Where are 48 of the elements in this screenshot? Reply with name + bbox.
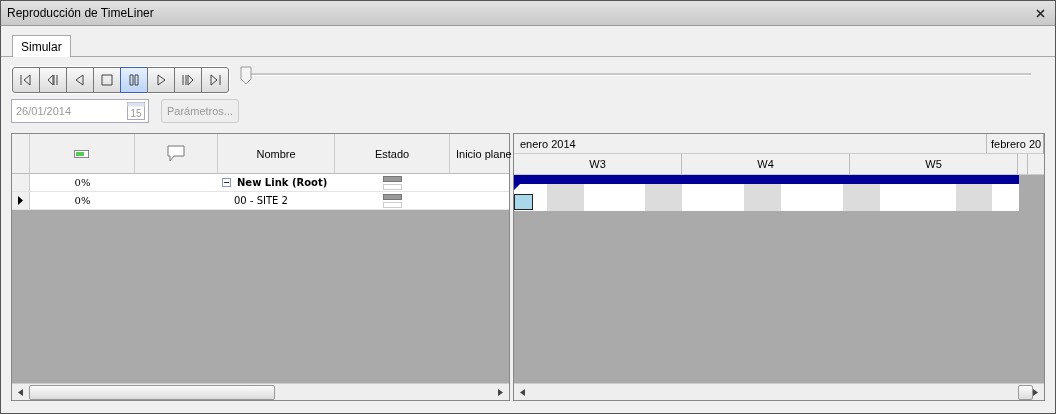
column-label: Estado [374,147,410,160]
column-label: Nombre [256,147,296,160]
horizontal-scrollbar[interactable] [12,383,509,400]
first-icon [18,72,34,88]
playback-button[interactable] [174,67,202,93]
horizontal-scrollbar[interactable] [514,383,1044,400]
current-row-icon [18,196,23,205]
month-header: enero 2014 [514,134,987,153]
scrollbar-thumb[interactable] [29,384,275,400]
playback-button[interactable] [201,67,229,93]
step-back-icon [45,72,61,88]
scroll-right-icon[interactable] [498,388,503,396]
column-label: Inicio plane [456,147,512,160]
column-header[interactable]: Nombre [218,134,335,173]
playback-button[interactable] [12,67,40,93]
week-header: W5 [850,154,1018,174]
column-header[interactable]: Estado [335,134,450,173]
progress-cell-text: 0% [73,176,92,190]
week-header: W3 [514,154,682,174]
last-icon [207,72,223,88]
summary-bar[interactable] [514,175,1019,190]
playback-button[interactable] [147,67,175,93]
progress-icon [74,149,90,158]
task-name: New Link (Root) [237,177,328,188]
task-name: 00 - SITE 2 [233,195,288,206]
collapse-icon[interactable] [222,178,231,187]
playback-button[interactable] [39,67,67,93]
month-header: febrero 20 [990,136,1043,152]
slider-thumb[interactable] [240,66,252,86]
task-bar[interactable] [514,194,533,210]
stop-icon [99,72,115,88]
week-header: W4 [682,154,850,174]
scrollbar-thumb[interactable] [1018,384,1033,400]
close-icon [1035,8,1045,18]
playback-button[interactable] [66,67,94,93]
scroll-left-icon[interactable] [18,388,23,396]
column-header[interactable]: Inicio plane [450,134,509,173]
step-forward-icon [180,72,196,88]
date-value: 26/01/2014 [16,104,72,117]
window-title: Reproducción de TimeLiner [7,6,154,20]
progress-cell-text: 0% [73,194,92,208]
row-indicator[interactable] [12,192,30,209]
playback-button[interactable] [93,67,121,93]
pause-icon [126,72,142,88]
scroll-left-icon[interactable] [520,388,525,396]
tab[interactable]: Simular [12,35,71,57]
playback-button[interactable] [120,67,148,93]
comment-icon [167,145,185,162]
